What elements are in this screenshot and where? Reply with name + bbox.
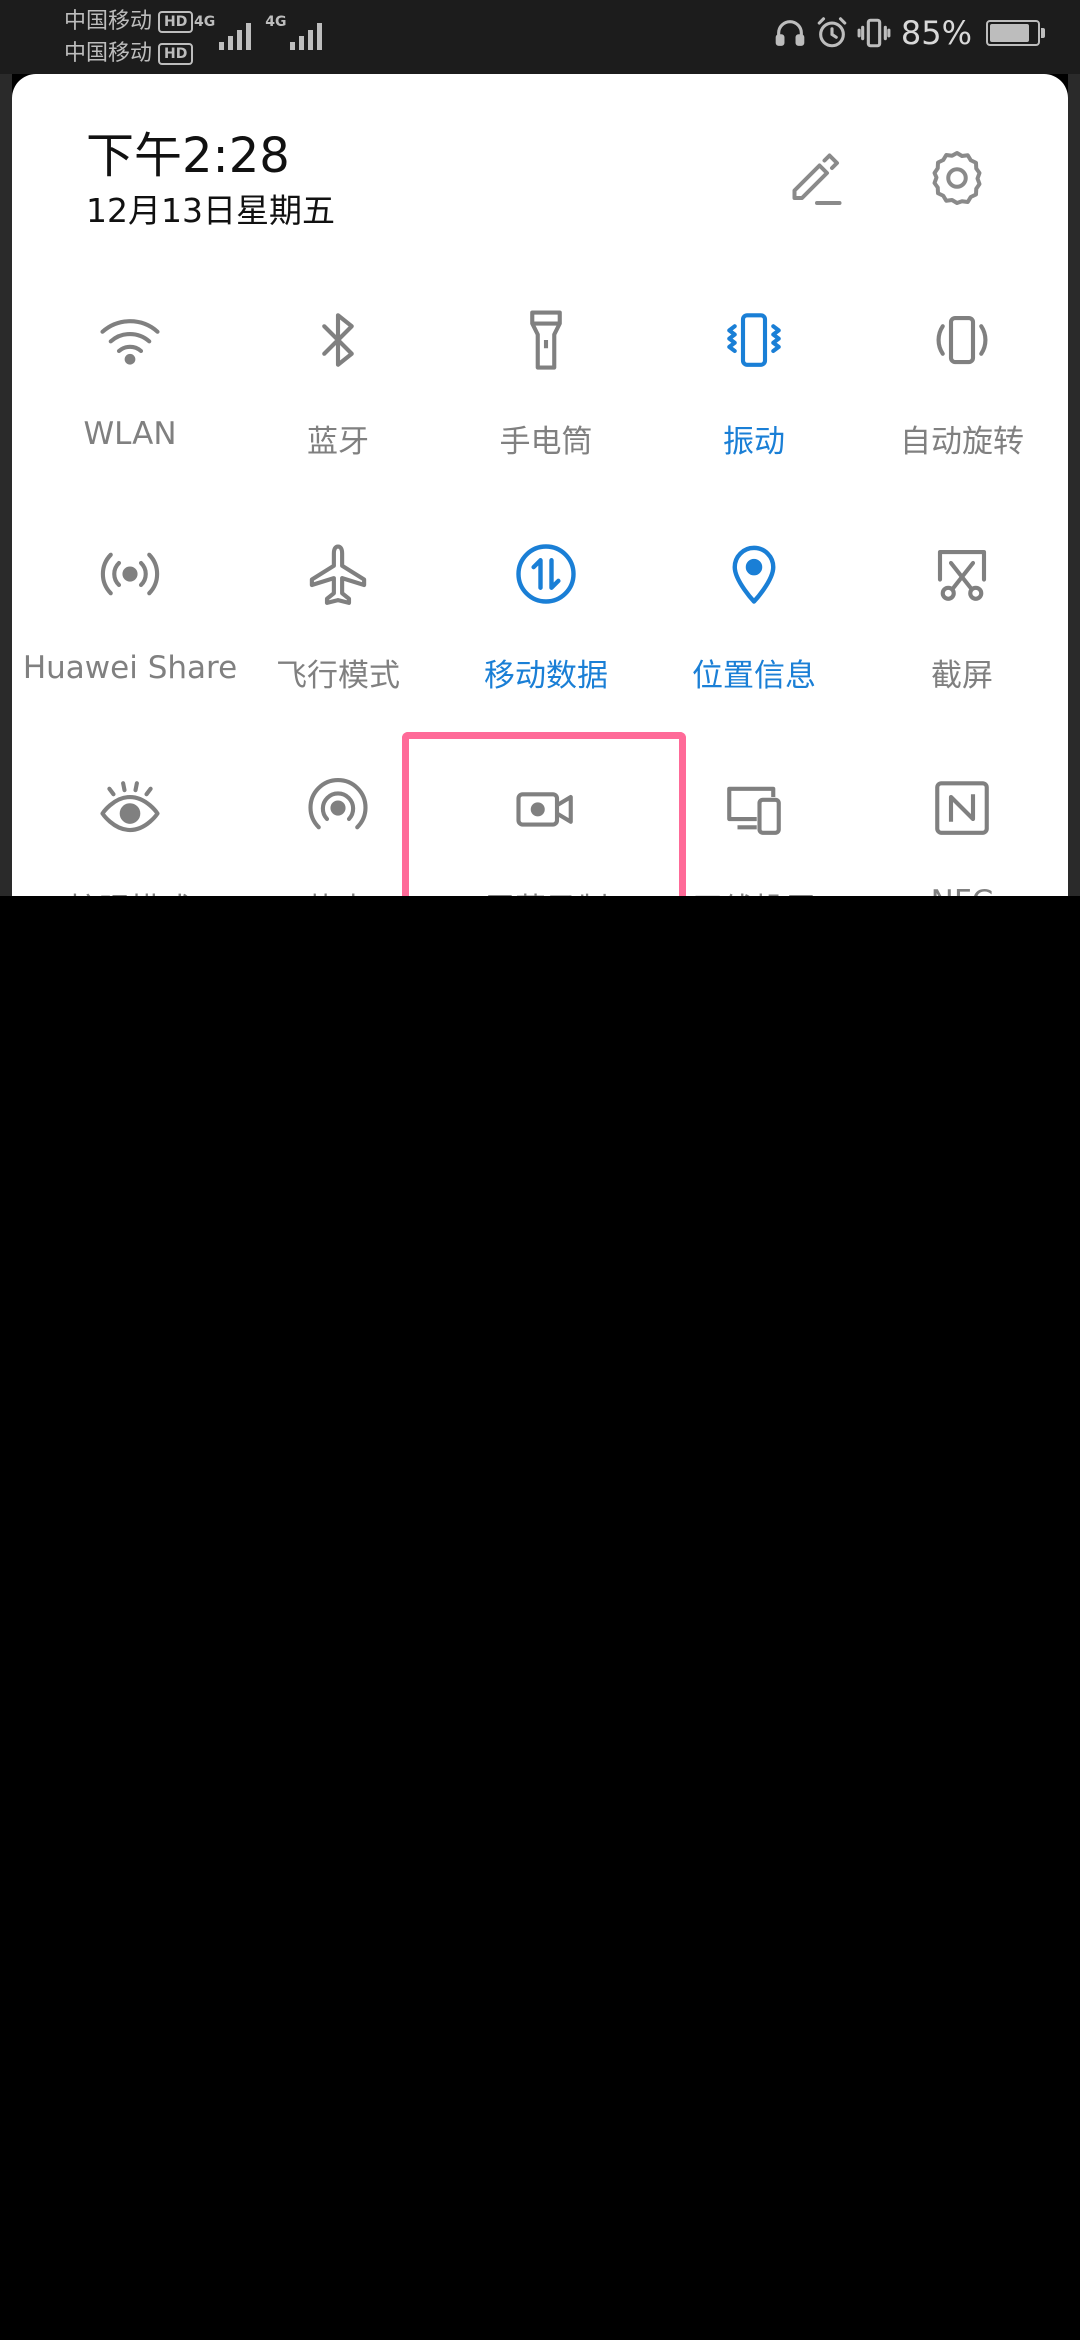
network-type-1: 4G: [194, 14, 216, 30]
location-icon: [714, 534, 794, 614]
network-type-2: 4G: [265, 14, 287, 30]
hotspot-icon: [298, 768, 378, 848]
carrier-info: 中国移动 HD 中国移动 HD: [64, 6, 194, 70]
tile-huawei-share[interactable]: Huawei Share: [22, 514, 238, 714]
nfc-icon: [922, 768, 1002, 848]
battery-icon: [986, 20, 1045, 46]
status-bar: 中国移动 HD 中国移动 HD 4G 4G 85%: [0, 0, 1080, 74]
tile-nfc[interactable]: NFC: [858, 748, 1066, 896]
background-strip: [1068, 74, 1080, 896]
flashlight-icon: [506, 300, 586, 380]
vibrate-icon: [714, 300, 794, 380]
carrier-2-name: 中国移动: [64, 41, 153, 66]
tile-label: 飞行模式: [276, 658, 400, 694]
tile-label: 护眼模式: [68, 884, 192, 896]
mobile-data-icon: [506, 534, 586, 614]
tile-label: 移动数据: [484, 658, 608, 694]
eye-comfort-icon: [90, 768, 170, 848]
tile-label: 蓝牙: [307, 424, 369, 460]
tile-mobile-data[interactable]: 移动数据: [442, 514, 650, 714]
vibrate-icon: [857, 16, 891, 50]
tile-screenshot[interactable]: 截屏: [858, 514, 1066, 714]
tile-bluetooth[interactable]: 蓝牙: [234, 280, 442, 480]
auto-rotate-icon: [922, 300, 1002, 380]
signal-indicators: 4G 4G: [194, 14, 323, 50]
wifi-icon: [90, 300, 170, 380]
quick-settings-panel: 下午2:28 12月13日星期五 WLAN 蓝牙 手电筒 振动 自动旋转 Hua…: [12, 74, 1068, 896]
panel-date: 12月13日星期五: [86, 191, 335, 230]
background-strip: [0, 74, 12, 896]
signal-icon: 4G: [194, 14, 252, 50]
headset-icon: [773, 16, 807, 50]
tile-location[interactable]: 位置信息: [650, 514, 858, 714]
tile-airplane-mode[interactable]: 飞行模式: [234, 514, 442, 714]
wireless-projection-icon: [714, 768, 794, 848]
tile-label: 自动旋转: [900, 424, 1024, 460]
tile-label: NFC: [931, 884, 994, 896]
airplane-icon: [298, 534, 378, 614]
hd-badge: HD: [158, 11, 194, 33]
edit-tiles-button[interactable]: [775, 138, 859, 222]
tile-flashlight[interactable]: 手电筒: [442, 280, 650, 480]
tile-label: 振动: [723, 424, 785, 460]
battery-percent: 85%: [900, 14, 972, 52]
status-right: 85%: [773, 14, 1045, 52]
tile-vibrate[interactable]: 振动: [650, 280, 858, 480]
tile-eye-comfort[interactable]: 护眼模式: [26, 748, 234, 896]
tile-label: 热点: [307, 884, 369, 896]
tile-label: WLAN: [83, 416, 177, 452]
tile-label: 手电筒: [499, 424, 593, 460]
screenshot-icon: [922, 534, 1002, 614]
tile-label: Huawei Share: [22, 650, 238, 686]
carrier-1-name: 中国移动: [64, 9, 153, 34]
alarm-icon: [815, 16, 849, 50]
gear-icon: [927, 148, 987, 212]
panel-time: 下午2:28: [86, 128, 290, 184]
settings-button[interactable]: [915, 138, 999, 222]
tile-auto-rotate[interactable]: 自动旋转: [858, 280, 1066, 480]
tile-label: 位置信息: [692, 658, 816, 694]
highlight-box: [402, 732, 686, 896]
battery-level: [990, 24, 1029, 42]
pencil-icon: [787, 148, 847, 212]
hd-badge: HD: [158, 43, 194, 65]
huawei-share-icon: [90, 534, 170, 614]
tile-label: 无线投屏: [692, 884, 816, 896]
tile-wlan[interactable]: WLAN: [26, 280, 234, 480]
signal-icon: 4G: [265, 14, 323, 50]
tile-label: 截屏: [931, 658, 993, 694]
bluetooth-icon: [298, 300, 378, 380]
